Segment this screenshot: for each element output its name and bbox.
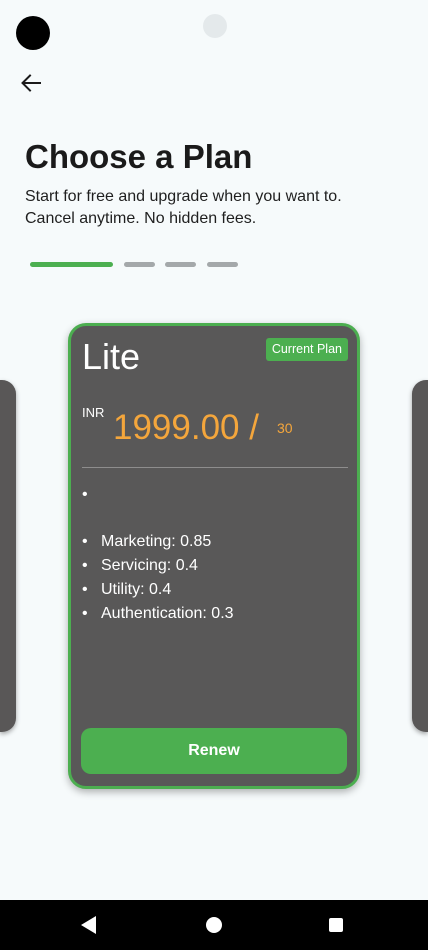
system-navigation-bar: [0, 900, 428, 950]
plan-name: Lite: [82, 336, 141, 377]
page-indicator-dot-3[interactable]: [165, 262, 196, 267]
renew-button[interactable]: Renew: [81, 728, 347, 774]
page-subtitle: Start for free and upgrade when you want…: [25, 186, 405, 230]
subtitle-line: Start for free and upgrade when you want…: [25, 188, 342, 205]
page-indicator-dot-2[interactable]: [124, 262, 155, 267]
previous-plan-card[interactable]: [0, 380, 16, 732]
camera-cutout: [16, 16, 50, 50]
page-title: Choose a Plan: [25, 138, 253, 175]
arrow-left-icon: [21, 74, 41, 92]
plan-card[interactable]: Lite Current Plan INR 1999.00 / 30 • Mar…: [68, 323, 360, 789]
page-indicator-dot-1[interactable]: [30, 262, 113, 267]
back-button[interactable]: [18, 70, 44, 96]
plan-features: Marketing: 0.85 Servicing: 0.4 Utility: …: [82, 530, 234, 626]
page-indicator-dot-4[interactable]: [207, 262, 238, 267]
feature-item: Marketing: 0.85: [82, 530, 234, 554]
feature-item: Utility: 0.4: [82, 578, 234, 602]
feature-item: Authentication: 0.3: [82, 602, 234, 626]
next-plan-card[interactable]: [412, 380, 428, 732]
status-center-indicator: [203, 14, 227, 38]
card-divider: [82, 467, 348, 468]
plan-price: 1999.00 /: [113, 408, 259, 447]
plan-currency: INR: [82, 405, 105, 420]
circle-home-icon[interactable]: [206, 917, 222, 933]
triangle-back-icon[interactable]: [81, 916, 96, 934]
empty-feature-bullet: •: [82, 486, 88, 503]
plan-period: 30: [277, 420, 293, 436]
current-plan-badge: Current Plan: [265, 338, 348, 361]
status-bar: [0, 0, 428, 52]
subtitle-line: Cancel anytime. No hidden fees.: [25, 210, 257, 227]
feature-item: Servicing: 0.4: [82, 554, 234, 578]
square-recents-icon[interactable]: [329, 918, 343, 932]
